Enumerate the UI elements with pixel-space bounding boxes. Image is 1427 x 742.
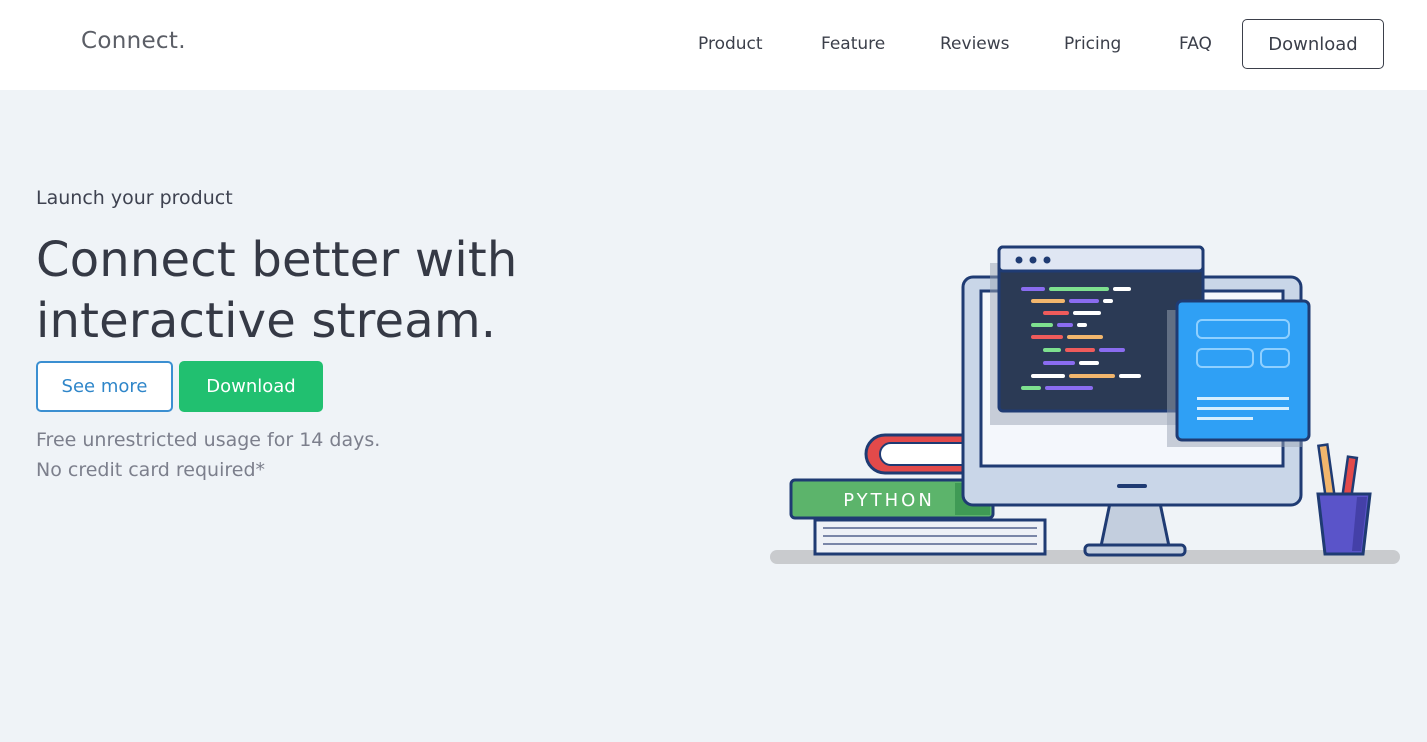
nav-link-pricing[interactable]: Pricing (1064, 34, 1121, 54)
hero-note: Free unrestricted usage for 14 days. No … (36, 425, 380, 485)
form-card (1167, 299, 1311, 447)
hero-kicker: Launch your product (36, 187, 233, 209)
hero-note-line-2: No credit card required* (36, 459, 266, 481)
nav-link-product[interactable]: Product (698, 34, 763, 54)
see-more-button[interactable]: See more (36, 361, 173, 412)
nav-link-feature[interactable]: Feature (821, 34, 885, 54)
nav-link-reviews[interactable]: Reviews (940, 34, 1010, 54)
hero-title-line-1: Connect better with (36, 232, 518, 288)
top-navbar: Connect. Product Feature Reviews Pricing… (0, 0, 1427, 90)
hero-illustration: PYTHON (770, 245, 1400, 564)
python-book-label: PYTHON (843, 490, 935, 511)
pencil-cup (1316, 443, 1372, 556)
nav-link-faq[interactable]: FAQ (1179, 34, 1212, 54)
header-download-button[interactable]: Download (1242, 19, 1384, 69)
hero-note-line-1: Free unrestricted usage for 14 days. (36, 429, 381, 451)
hero-title: Connect better with interactive stream. (36, 230, 676, 352)
hero-title-line-2: interactive stream. (36, 293, 497, 349)
hero-download-button[interactable]: Download (179, 361, 323, 412)
brand-logo[interactable]: Connect. (81, 28, 186, 54)
